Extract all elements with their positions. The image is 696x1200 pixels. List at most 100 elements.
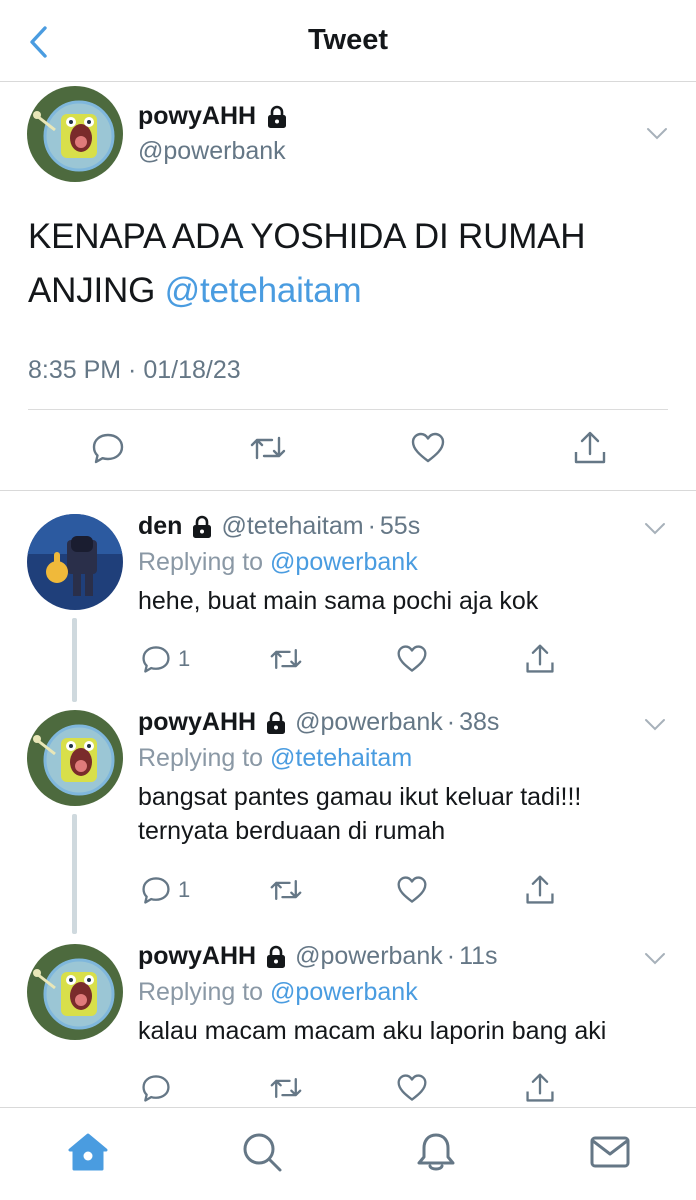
reply-button[interactable] xyxy=(140,1068,172,1108)
tab-messages[interactable] xyxy=(586,1128,634,1176)
bottom-tab-bar xyxy=(0,1107,696,1200)
reply-icon xyxy=(92,433,124,464)
spongebob-avatar-image xyxy=(27,944,123,1040)
avatar[interactable] xyxy=(27,944,123,1040)
replying-to: Replying to @powerbank xyxy=(138,978,418,1007)
reply-action-bar: 1 xyxy=(0,639,696,675)
search-icon xyxy=(243,1133,282,1172)
reply-button[interactable] xyxy=(90,428,126,468)
reply-time: 11s xyxy=(459,942,498,970)
share-button[interactable] xyxy=(572,428,608,468)
separator-dot: · xyxy=(446,708,456,736)
share-button[interactable] xyxy=(524,639,556,679)
author-display-name: powyAHH xyxy=(138,102,257,130)
retweet-button[interactable] xyxy=(268,639,304,679)
reply-action-bar xyxy=(0,1068,696,1104)
tab-search[interactable] xyxy=(238,1128,286,1176)
reply-text: hehe, buat main sama pochi aja kok xyxy=(138,587,539,615)
reply-header: powyAHH @powerbank · 11s xyxy=(138,942,498,971)
retweet-button[interactable] xyxy=(268,870,304,910)
chevron-down-icon[interactable] xyxy=(644,952,666,966)
reply-count: 1 xyxy=(178,877,191,902)
reply-action-bar: 1 xyxy=(0,870,696,906)
tweet-mention-link[interactable]: @tetehaitam xyxy=(165,271,362,310)
replying-to-link[interactable]: @powerbank xyxy=(270,978,418,1006)
separator-dot: · xyxy=(367,512,376,540)
tweet-text: KENAPA ADA YOSHIDA DI RUMAH ANJING @tete… xyxy=(28,210,668,318)
author-display-name[interactable]: powyAHH xyxy=(138,708,256,737)
reply-icon xyxy=(142,1075,170,1102)
like-button[interactable] xyxy=(396,639,428,679)
author-handle[interactable]: @tetehaitam xyxy=(221,512,363,541)
avatar[interactable] xyxy=(27,710,123,806)
lock-icon xyxy=(268,105,287,128)
like-button[interactable] xyxy=(396,870,428,910)
share-icon xyxy=(526,875,554,904)
reply-header: powyAHH @powerbank · 38s xyxy=(138,708,499,737)
chevron-down-icon[interactable] xyxy=(644,522,666,536)
reply-time: 38s xyxy=(459,708,500,736)
chevron-down-icon[interactable] xyxy=(646,127,668,141)
tab-notifications[interactable] xyxy=(412,1128,460,1176)
reply-tweet[interactable]: powyAHH @powerbank · 11s Replying to @po… xyxy=(0,924,696,1107)
lock-icon xyxy=(265,945,287,969)
character-avatar-image xyxy=(27,514,123,610)
author-handle[interactable]: @powerbank xyxy=(295,708,443,737)
retweet-icon xyxy=(270,879,302,901)
retweet-button[interactable] xyxy=(268,1068,304,1108)
share-icon xyxy=(526,644,554,673)
replying-to-link[interactable]: @powerbank xyxy=(270,548,418,576)
top-bar: Tweet xyxy=(0,0,696,82)
retweet-button[interactable] xyxy=(248,428,288,468)
notifications-icon xyxy=(417,1133,455,1171)
replying-to-label: Replying to xyxy=(138,548,271,576)
replying-to: Replying to @tetehaitam xyxy=(138,744,412,773)
like-button[interactable] xyxy=(410,428,446,468)
author-name[interactable]: powyAHH xyxy=(138,102,288,131)
share-button[interactable] xyxy=(524,870,556,910)
reply-time: 55s xyxy=(379,512,421,540)
retweet-icon xyxy=(270,1077,302,1099)
tab-home[interactable] xyxy=(64,1128,112,1176)
reply-icon xyxy=(142,646,170,673)
main-tweet: powyAHH @powerbank KENAPA ADA YOSHIDA DI… xyxy=(0,82,696,490)
author-display-name[interactable]: den xyxy=(138,512,182,541)
replying-to-link[interactable]: @tetehaitam xyxy=(270,744,412,772)
spongebob-avatar-image xyxy=(27,710,123,806)
divider xyxy=(0,490,696,491)
author-handle[interactable]: @powerbank xyxy=(295,942,443,971)
reply-button[interactable]: 1 xyxy=(140,639,190,679)
like-button[interactable] xyxy=(396,1068,428,1108)
lock-icon xyxy=(265,711,287,735)
heart-icon xyxy=(397,876,427,903)
reply-button[interactable]: 1 xyxy=(140,870,190,910)
author-display-name[interactable]: powyAHH xyxy=(138,942,256,971)
chevron-down-icon[interactable] xyxy=(644,718,666,732)
author-handle[interactable]: @powerbank xyxy=(138,137,286,166)
avatar[interactable] xyxy=(27,86,123,182)
reply-count: 1 xyxy=(178,646,191,671)
divider xyxy=(28,409,668,410)
page-title: Tweet xyxy=(307,24,389,56)
reply-text: kalau macam macam aku laporin bang aki xyxy=(138,1017,607,1045)
replying-to-label: Replying to xyxy=(138,978,271,1006)
share-icon xyxy=(526,1073,554,1102)
heart-icon xyxy=(397,645,427,672)
replying-to: Replying to @powerbank xyxy=(138,548,418,577)
reply-tweet[interactable]: den @tetehaitam · 55s Replying to @power… xyxy=(0,494,696,702)
separator-dot: · xyxy=(446,942,456,970)
tweet-action-bar xyxy=(0,428,696,472)
share-button[interactable] xyxy=(524,1068,556,1108)
replying-to-label: Replying to xyxy=(138,744,271,772)
reply-header: den @tetehaitam · 55s xyxy=(138,512,420,541)
tweet-timestamp: 8:35 PM · 01/18/23 xyxy=(28,356,241,384)
share-icon xyxy=(574,431,606,464)
reply-text: bangsat pantes gamau ikut keluar tadi!!!… xyxy=(138,783,582,845)
heart-icon xyxy=(397,1074,427,1101)
reply-icon xyxy=(142,877,170,904)
retweet-icon xyxy=(250,436,286,460)
avatar[interactable] xyxy=(27,514,123,610)
reply-tweet[interactable]: powyAHH @powerbank · 38s Replying to @te… xyxy=(0,690,696,934)
lock-icon xyxy=(191,515,213,539)
messages-icon xyxy=(590,1136,630,1168)
